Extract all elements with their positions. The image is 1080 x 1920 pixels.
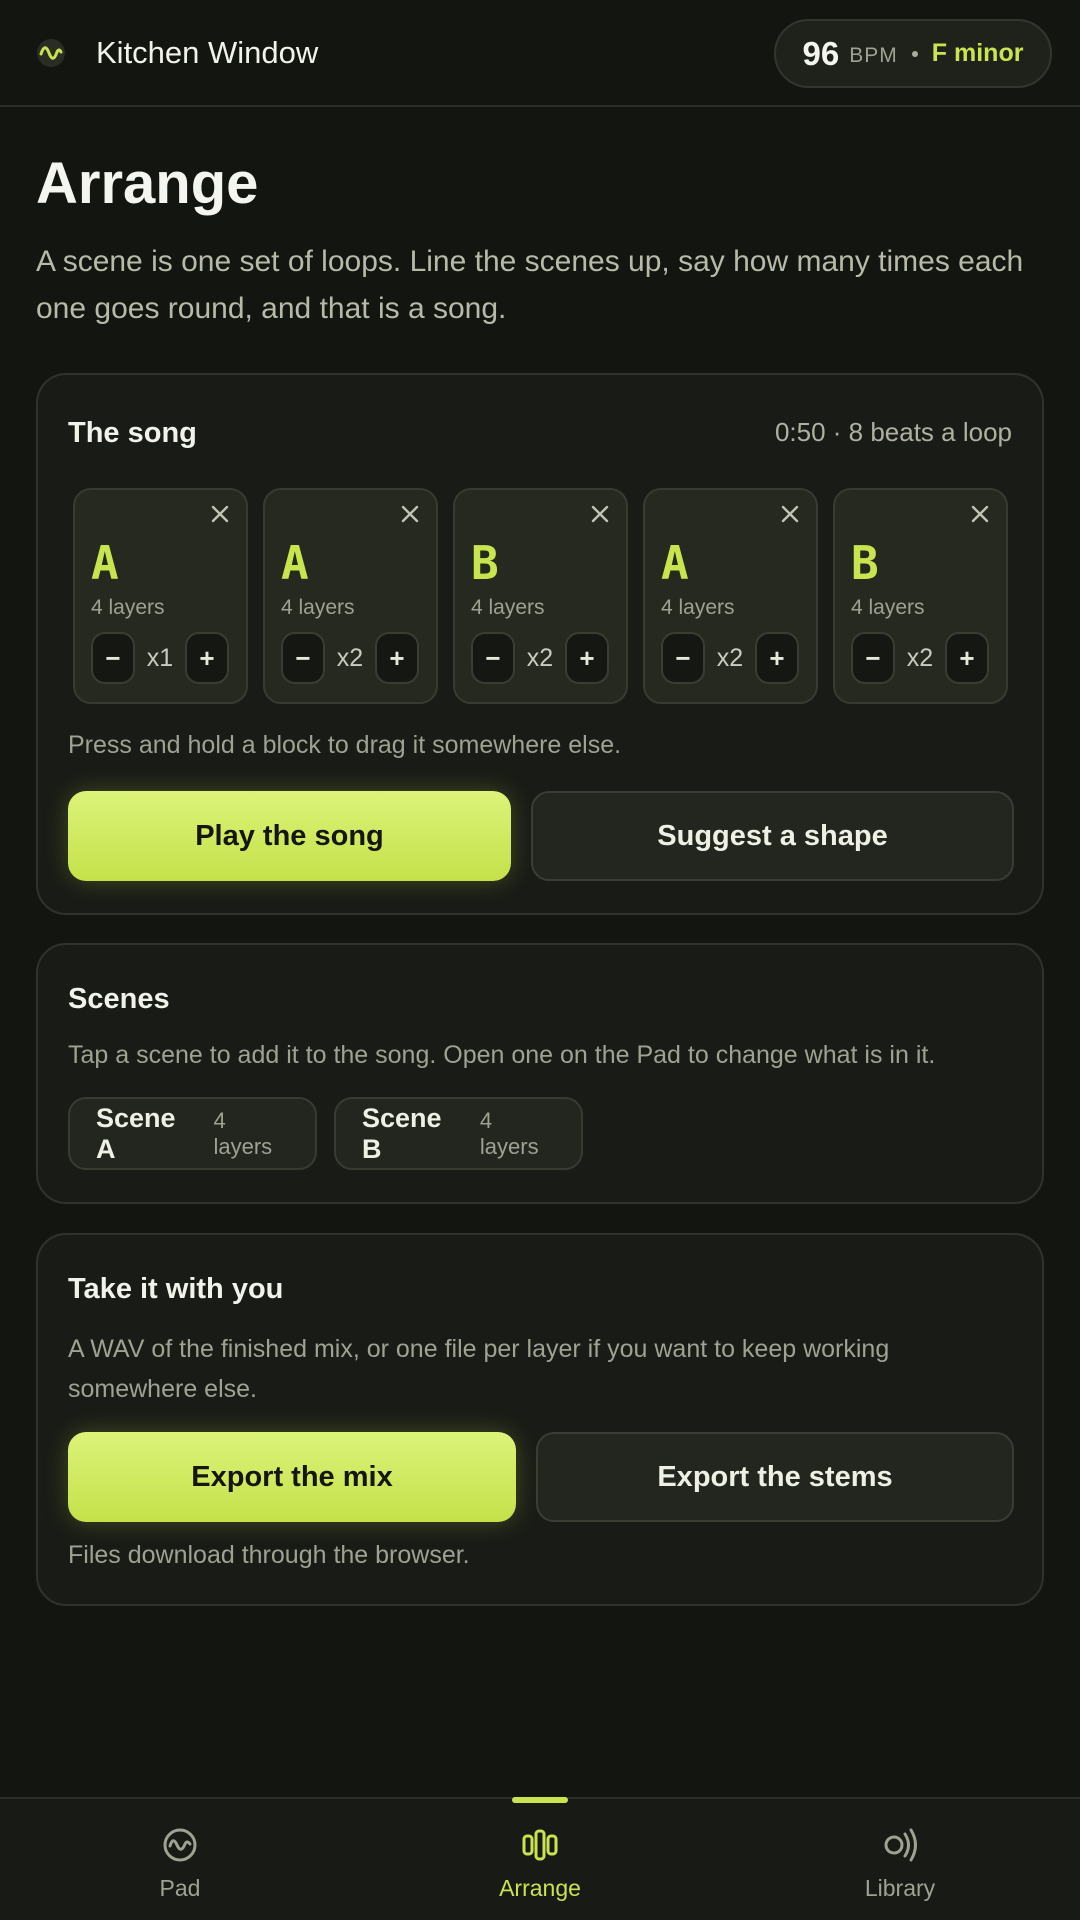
export-mix-button[interactable]: Export the mix	[68, 1432, 516, 1522]
suggest-shape-button[interactable]: Suggest a shape	[531, 791, 1014, 881]
decrement-button[interactable]: −	[471, 632, 515, 684]
song-block[interactable]: B 4 layers − x2 +	[833, 488, 1008, 704]
song-meta: 0:50 · 8 beats a loop	[774, 417, 1012, 447]
block-letter: A	[281, 536, 309, 590]
nav-label: Arrange	[499, 1875, 581, 1901]
block-layers: 4 layers	[471, 596, 545, 619]
nav-item-pad[interactable]: Pad	[80, 1799, 280, 1920]
bottom-nav: Pad Arrange Library	[0, 1797, 1080, 1920]
page-title: Arrange	[36, 151, 259, 216]
song-block[interactable]: A 4 layers − x1 +	[73, 488, 248, 704]
repeat-stepper: − x2 +	[851, 632, 989, 684]
scene-layers: 4 layers	[479, 1107, 539, 1159]
block-layers: 4 layers	[281, 596, 355, 619]
repeat-count: x2	[526, 643, 554, 672]
repeat-stepper: − x2 +	[281, 632, 419, 684]
song-blocks: A 4 layers − x1 + A 4 layers − x2 + B 4 …	[73, 488, 1008, 704]
increment-button[interactable]: +	[565, 632, 609, 684]
block-letter: B	[471, 536, 499, 590]
block-layers: 4 layers	[91, 596, 165, 619]
decrement-button[interactable]: −	[281, 632, 325, 684]
block-letter: A	[91, 536, 119, 590]
export-description: A WAV of the finished mix, or one file p…	[68, 1335, 890, 1403]
nav-item-arrange[interactable]: Arrange	[440, 1797, 640, 1920]
song-block[interactable]: B 4 layers − x2 +	[453, 488, 628, 704]
close-icon[interactable]	[398, 502, 422, 526]
close-icon[interactable]	[778, 502, 802, 526]
tempo-key-pill[interactable]: 96 BPM F minor	[774, 19, 1052, 88]
repeat-count: x1	[146, 643, 174, 672]
repeat-count: x2	[716, 643, 744, 672]
close-icon[interactable]	[968, 502, 992, 526]
decrement-button[interactable]: −	[661, 632, 705, 684]
nav-item-library[interactable]: Library	[800, 1799, 1000, 1920]
drag-hint: Press and hold a block to drag it somewh…	[68, 731, 622, 759]
page-description: A scene is one set of loops. Line the sc…	[36, 245, 1024, 325]
close-icon[interactable]	[588, 502, 612, 526]
song-card: The song 0:50 · 8 beats a loop A 4 layer…	[36, 373, 1044, 915]
active-indicator	[512, 1797, 568, 1803]
increment-button[interactable]: +	[185, 632, 229, 684]
app-logo-icon	[37, 38, 65, 67]
close-icon[interactable]	[208, 502, 232, 526]
scene-chip-a[interactable]: Scene A 4 layers	[68, 1097, 317, 1170]
download-note: Files download through the browser.	[68, 1541, 470, 1569]
nav-label: Pad	[159, 1875, 201, 1901]
decrement-button[interactable]: −	[91, 632, 135, 684]
increment-button[interactable]: +	[755, 632, 799, 684]
app-root: Kitchen Window 96 BPM F minor Arrange A …	[0, 0, 1080, 1920]
export-card: Take it with you A WAV of the finished m…	[36, 1233, 1044, 1606]
repeat-stepper: − x1 +	[91, 632, 229, 684]
repeat-count: x2	[336, 643, 364, 672]
block-letter: A	[661, 536, 689, 590]
bpm-unit: BPM	[849, 43, 898, 67]
decrement-button[interactable]: −	[851, 632, 895, 684]
block-letter: B	[851, 536, 879, 590]
block-layers: 4 layers	[661, 596, 735, 619]
scene-layers: 4 layers	[213, 1107, 273, 1159]
increment-button[interactable]: +	[375, 632, 419, 684]
app-title: Kitchen Window	[96, 34, 319, 70]
song-card-title: The song	[68, 417, 197, 449]
scenes-card-title: Scenes	[68, 983, 170, 1015]
export-stems-button[interactable]: Export the stems	[536, 1432, 1014, 1522]
scene-name: Scene B	[362, 1102, 442, 1164]
scene-chip-b[interactable]: Scene B 4 layers	[334, 1097, 583, 1170]
song-key: F minor	[931, 39, 1024, 67]
repeat-count: x2	[906, 643, 934, 672]
scenes-description: Tap a scene to add it to the song. Open …	[68, 1041, 936, 1069]
song-block[interactable]: A 4 layers − x2 +	[643, 488, 818, 704]
arrange-bars-icon	[522, 1829, 558, 1861]
block-layers: 4 layers	[851, 596, 925, 619]
scene-name: Scene A	[96, 1102, 176, 1164]
bpm-value: 96	[802, 34, 840, 72]
repeat-stepper: − x2 +	[661, 632, 799, 684]
top-bar: Kitchen Window 96 BPM F minor	[0, 0, 1080, 107]
scenes-card: Scenes Tap a scene to add it to the song…	[36, 943, 1044, 1204]
repeat-stepper: − x2 +	[471, 632, 609, 684]
export-card-title: Take it with you	[68, 1273, 284, 1305]
play-song-button[interactable]: Play the song	[68, 791, 511, 881]
song-block[interactable]: A 4 layers − x2 +	[263, 488, 438, 704]
separator-dot	[911, 50, 918, 57]
pad-wave-icon	[163, 1828, 197, 1862]
library-broadcast-icon	[884, 1828, 917, 1862]
increment-button[interactable]: +	[945, 632, 989, 684]
nav-label: Library	[864, 1875, 936, 1901]
